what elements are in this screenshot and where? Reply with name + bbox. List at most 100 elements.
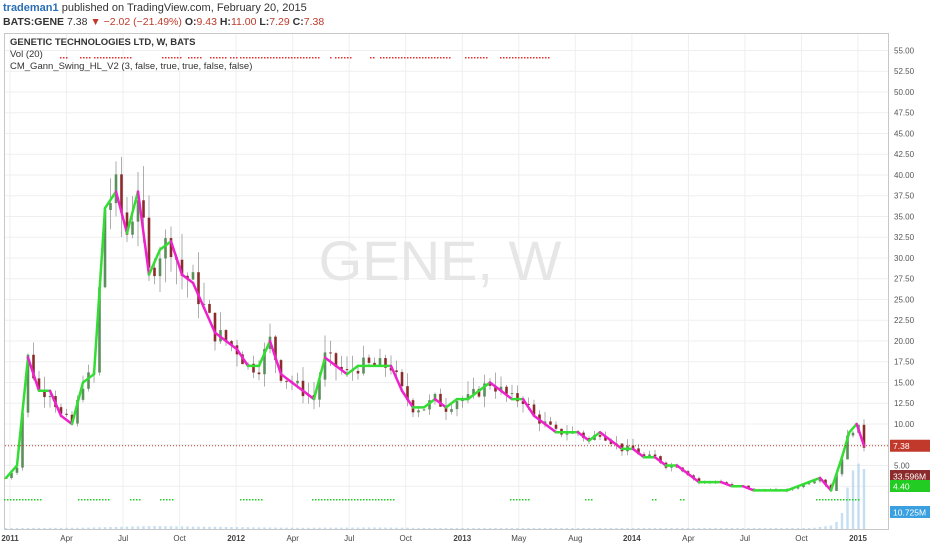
x-tick-label: Apr [60, 534, 73, 543]
volume-bar [516, 528, 519, 529]
volume-bar [312, 527, 316, 529]
y-axis: 55.00 52.50 50.00 47.50 45.00 42.50 40.00 37.50… [894, 46, 915, 491]
volume-bar [406, 527, 409, 529]
green-dot [825, 499, 827, 501]
green-dot [249, 499, 251, 501]
red-dot [437, 57, 439, 59]
volume-bar [356, 527, 360, 529]
y-tick-label: 50.00 [894, 88, 915, 97]
volume-bar [846, 487, 849, 529]
green-dot [831, 499, 833, 501]
swing-segment [848, 422, 858, 434]
volume-bar [714, 528, 717, 529]
volume-bar [65, 527, 68, 529]
volume-bar [582, 528, 585, 529]
volume-bar [241, 527, 244, 529]
volume-bar [747, 528, 750, 529]
red-dot [344, 57, 346, 59]
red-dot [335, 57, 337, 59]
volume-bar [774, 528, 778, 529]
candle-body [356, 370, 360, 374]
red-dot [395, 57, 397, 59]
green-dot [655, 499, 657, 501]
red-dot [425, 57, 427, 59]
volume-bar [719, 528, 723, 529]
volume-bar [488, 528, 492, 529]
axis-tags: 7.3833.596M4.4010.725M [890, 439, 930, 518]
volume-bar [769, 528, 772, 529]
red-dot [282, 57, 284, 59]
y-tick-label: 5.00 [894, 461, 910, 470]
chart-legend: GENETIC TECHNOLOGIES LTD, W, BATS Vol (2… [10, 37, 252, 73]
volume-bar [285, 527, 288, 529]
volume-bar [637, 528, 640, 529]
green-dot [588, 499, 590, 501]
green-dot [169, 499, 171, 501]
volume-bars [4, 463, 866, 529]
green-dot [360, 499, 362, 501]
volume-bar [76, 527, 79, 529]
volume-bar [807, 528, 811, 529]
legend-indicator[interactable]: CM_Gann_Swing_HL_V2 (3, false, true, tru… [10, 61, 252, 73]
green-dot [258, 499, 260, 501]
tradingview-chart-frame: trademan1 published on TradingView.com, … [0, 0, 932, 550]
candle-body [142, 200, 145, 218]
volume-bar [609, 528, 613, 529]
green-dot [336, 499, 338, 501]
red-dot [297, 57, 299, 59]
green-dot [4, 499, 6, 501]
green-dot [333, 499, 335, 501]
candle-body [395, 370, 398, 373]
volume-bar [43, 527, 46, 529]
red-dot [373, 57, 375, 59]
green-dot [363, 499, 365, 501]
candle-body [345, 369, 349, 371]
green-dot [330, 499, 332, 501]
legend-title: GENETIC TECHNOLOGIES LTD, W, BATS [10, 37, 196, 48]
red-dot [542, 57, 544, 59]
red-dot [440, 57, 442, 59]
volume-bar [15, 527, 19, 529]
red-dot [509, 57, 511, 59]
volume-bar [450, 528, 453, 529]
volume-bar [862, 469, 866, 529]
green-dot [105, 499, 107, 501]
red-dot [267, 57, 269, 59]
candle-body [131, 221, 134, 235]
red-dot [503, 57, 505, 59]
candle-body [301, 380, 305, 397]
red-dot [512, 57, 514, 59]
y-tick-label: 12.50 [894, 399, 915, 408]
candle-body [257, 372, 261, 375]
volume-bar [257, 527, 261, 529]
volume-bar [142, 526, 145, 529]
red-dot [276, 57, 278, 59]
volume-bar [136, 526, 140, 529]
red-dot [303, 57, 305, 59]
candle-body [510, 393, 514, 395]
candle-body [554, 424, 558, 429]
swing-tag: 4.40 [893, 482, 910, 492]
green-dot [834, 499, 836, 501]
candle-body [851, 432, 855, 436]
volume-bar [477, 528, 481, 529]
y-tick-label: 35.00 [894, 212, 915, 221]
volume-bar [87, 527, 90, 529]
volume-bar [334, 527, 338, 529]
y-tick-label: 55.00 [894, 46, 915, 55]
volume-bar [428, 528, 431, 529]
legend-volume[interactable]: Vol (20) [10, 49, 252, 61]
volume-bar [59, 527, 63, 529]
volume-bar [587, 528, 591, 529]
volume-bar [692, 528, 695, 529]
green-dot [384, 499, 386, 501]
green-dot [28, 499, 30, 501]
x-tick-label: Jul [740, 534, 750, 543]
volume-bar [202, 526, 206, 529]
red-dot [446, 57, 448, 59]
volume-bar [444, 528, 448, 529]
red-dot [318, 57, 320, 59]
red-dot [410, 57, 412, 59]
volume-bar [532, 528, 536, 529]
volume-bar [598, 528, 602, 529]
